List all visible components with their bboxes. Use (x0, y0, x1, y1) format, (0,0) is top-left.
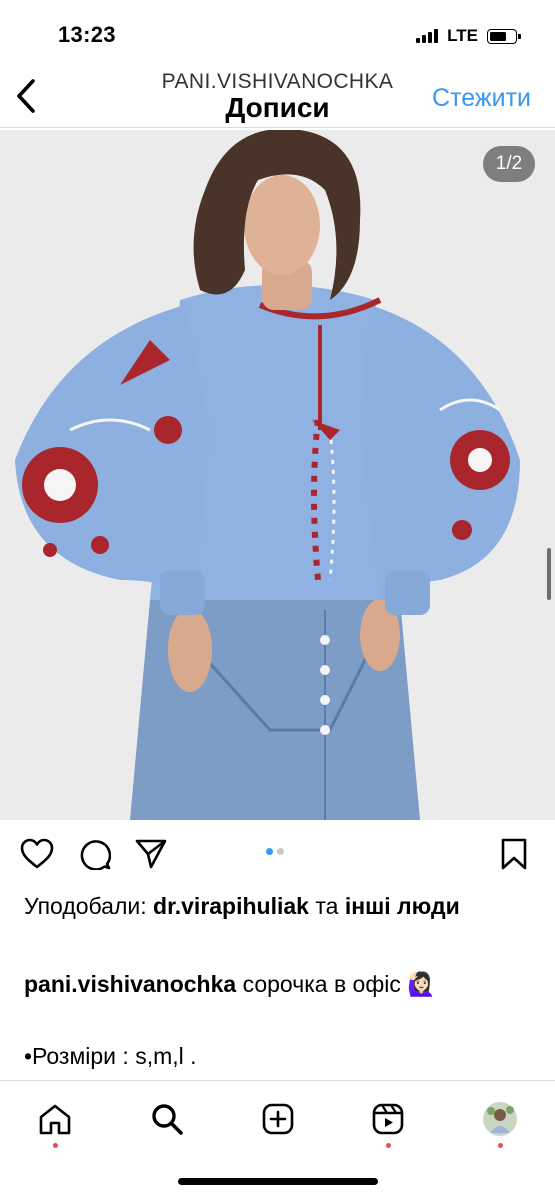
tab-home[interactable] (33, 1097, 77, 1141)
tab-profile[interactable] (478, 1097, 522, 1141)
heart-icon (20, 838, 54, 869)
share-button[interactable] (134, 838, 168, 875)
bookmark-icon (501, 838, 527, 870)
caption-sizes: •Розміри : s,m,l . (24, 1043, 197, 1069)
post-caption: pani.vishivanochka сорочка в офіс 🙋🏻‍♀️ (24, 968, 534, 1001)
battery-icon (487, 28, 521, 44)
image-counter: 1/2 (483, 146, 535, 182)
post-image[interactable] (0, 130, 555, 820)
like-button[interactable] (20, 838, 54, 875)
tab-search[interactable] (145, 1097, 189, 1141)
caption-username[interactable]: pani.vishivanochka (24, 971, 236, 997)
likes-text: Уподобали: dr.virapihuliak та інші люди (24, 890, 524, 923)
network-label: LTE (447, 26, 478, 45)
carousel-dot (277, 848, 284, 855)
profile-notification-dot (498, 1143, 503, 1148)
new-post-icon (262, 1103, 294, 1135)
home-notification-dot (53, 1143, 58, 1148)
comment-button[interactable] (79, 838, 112, 875)
tab-new-post[interactable] (256, 1097, 300, 1141)
share-icon (135, 839, 167, 869)
post-actions (0, 828, 555, 882)
likes-prefix: Уподобали: (24, 893, 154, 919)
post-photo (0, 130, 555, 820)
status-indicators: LTE (416, 26, 521, 46)
carousel-dots (266, 848, 284, 855)
comment-icon (80, 840, 112, 871)
carousel-dot-active (266, 848, 273, 855)
reels-icon (372, 1103, 404, 1135)
save-button[interactable] (500, 838, 528, 875)
home-indicator (178, 1178, 378, 1185)
tab-reels[interactable] (366, 1097, 410, 1141)
likes-middle: та (308, 893, 345, 919)
search-icon (152, 1104, 183, 1135)
likes-others[interactable]: інші люди (345, 893, 460, 919)
status-time: 13:23 (58, 22, 116, 47)
profile-avatar (483, 1102, 517, 1136)
signal-icon (416, 29, 439, 43)
home-icon (39, 1104, 71, 1135)
nav-header: PANI.VISHIVANOCHKA Дописи Стежити (0, 64, 555, 128)
status-bar: 13:23 LTE (0, 0, 555, 70)
follow-button[interactable]: Стежити (432, 84, 531, 113)
liked-by-user[interactable]: dr.virapihuliak (153, 893, 309, 919)
scroll-indicator[interactable] (547, 548, 551, 600)
caption-text: сорочка в офіс 🙋🏻‍♀️ (236, 971, 436, 997)
reels-notification-dot (386, 1143, 391, 1148)
